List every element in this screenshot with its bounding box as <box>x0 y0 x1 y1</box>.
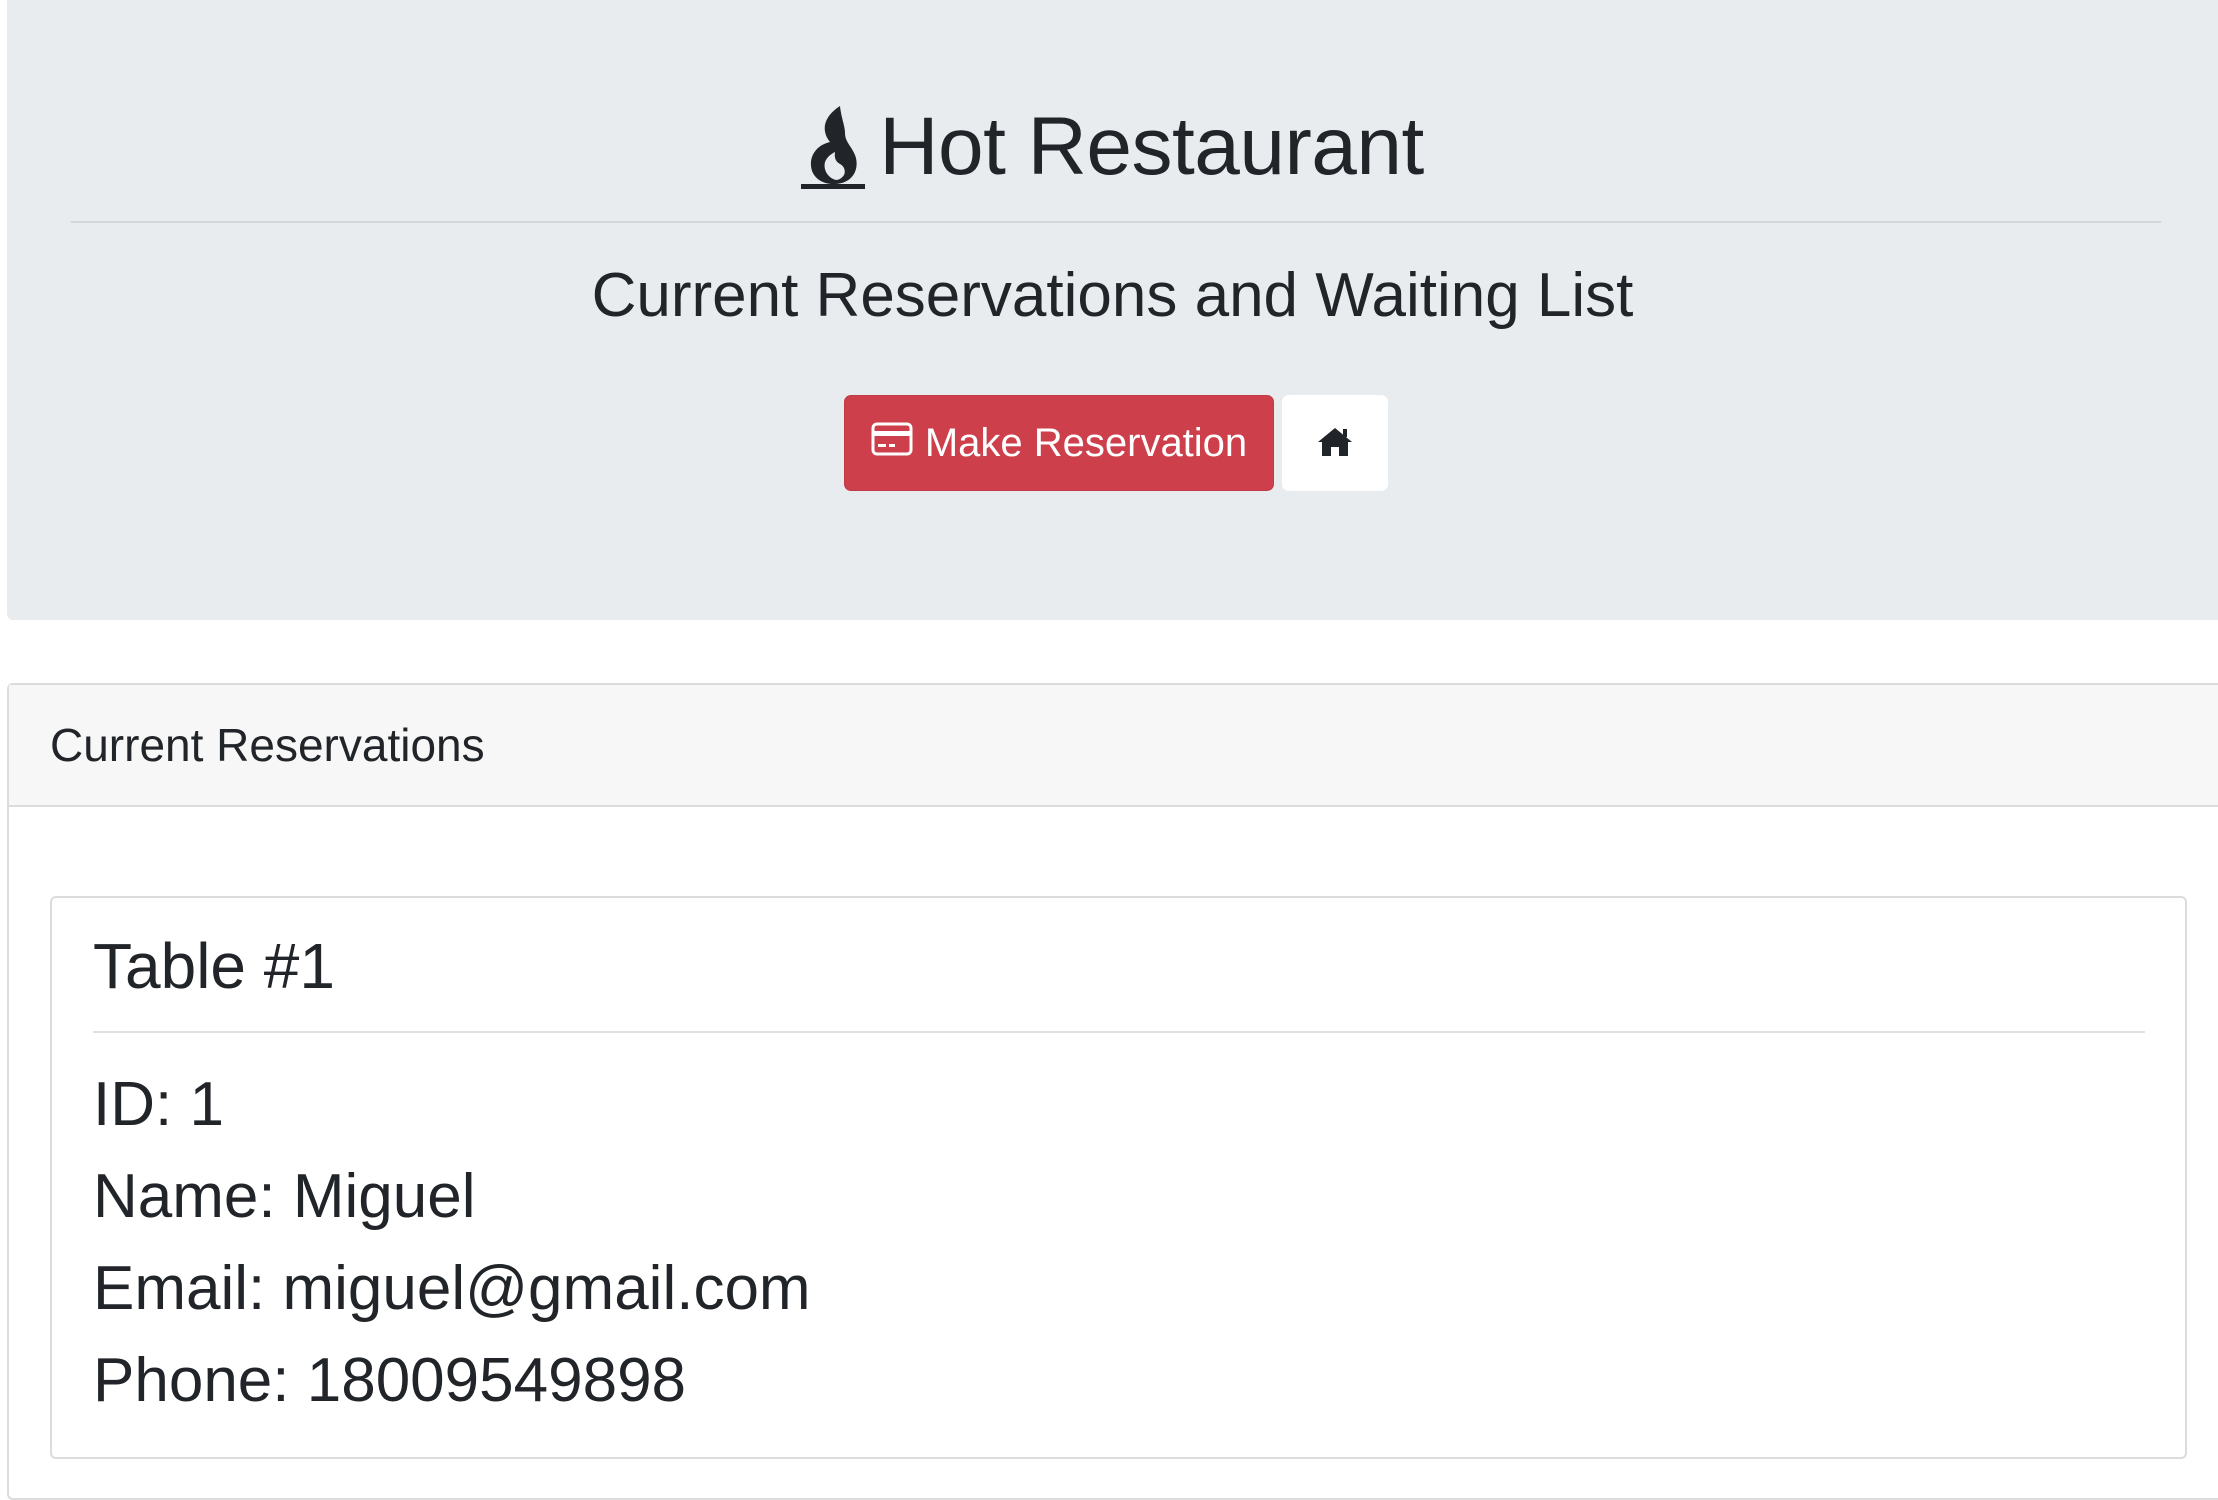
header-divider <box>71 221 2161 223</box>
reservation-name: Name: Miguel <box>93 1162 476 1231</box>
page-subtitle: Current Reservations and Waiting List <box>591 261 1634 330</box>
make-reservation-button[interactable]: Make Reservation <box>844 395 1274 491</box>
current-reservations-header: Current Reservations <box>9 685 2218 807</box>
reservation-email: Email: miguel@gmail.com <box>93 1254 811 1323</box>
reservation-card: Table #1 ID: 1 Name: Miguel Email: migue… <box>50 896 2187 1459</box>
brand-title-block: Hot Restaurant <box>0 92 2218 202</box>
fire-icon <box>801 100 866 192</box>
header-jumbotron: Hot Restaurant Current Reservations and … <box>7 0 2218 620</box>
credit-card-icon <box>871 421 913 466</box>
reservation-id: ID: 1 <box>93 1070 224 1139</box>
current-reservations-card: Current Reservations Table #1 ID: 1 Name… <box>7 683 2218 1500</box>
reservation-phone: Phone: 18009549898 <box>93 1346 687 1415</box>
make-reservation-label: Make Reservation <box>924 420 1248 465</box>
brand-title: Hot Restaurant <box>879 101 1424 192</box>
home-button[interactable] <box>1282 395 1388 491</box>
home-icon <box>1316 426 1354 461</box>
header-actions: Make Reservation <box>844 395 1388 493</box>
reservation-divider <box>93 1031 2145 1033</box>
reservation-table-title: Table #1 <box>93 930 335 1002</box>
